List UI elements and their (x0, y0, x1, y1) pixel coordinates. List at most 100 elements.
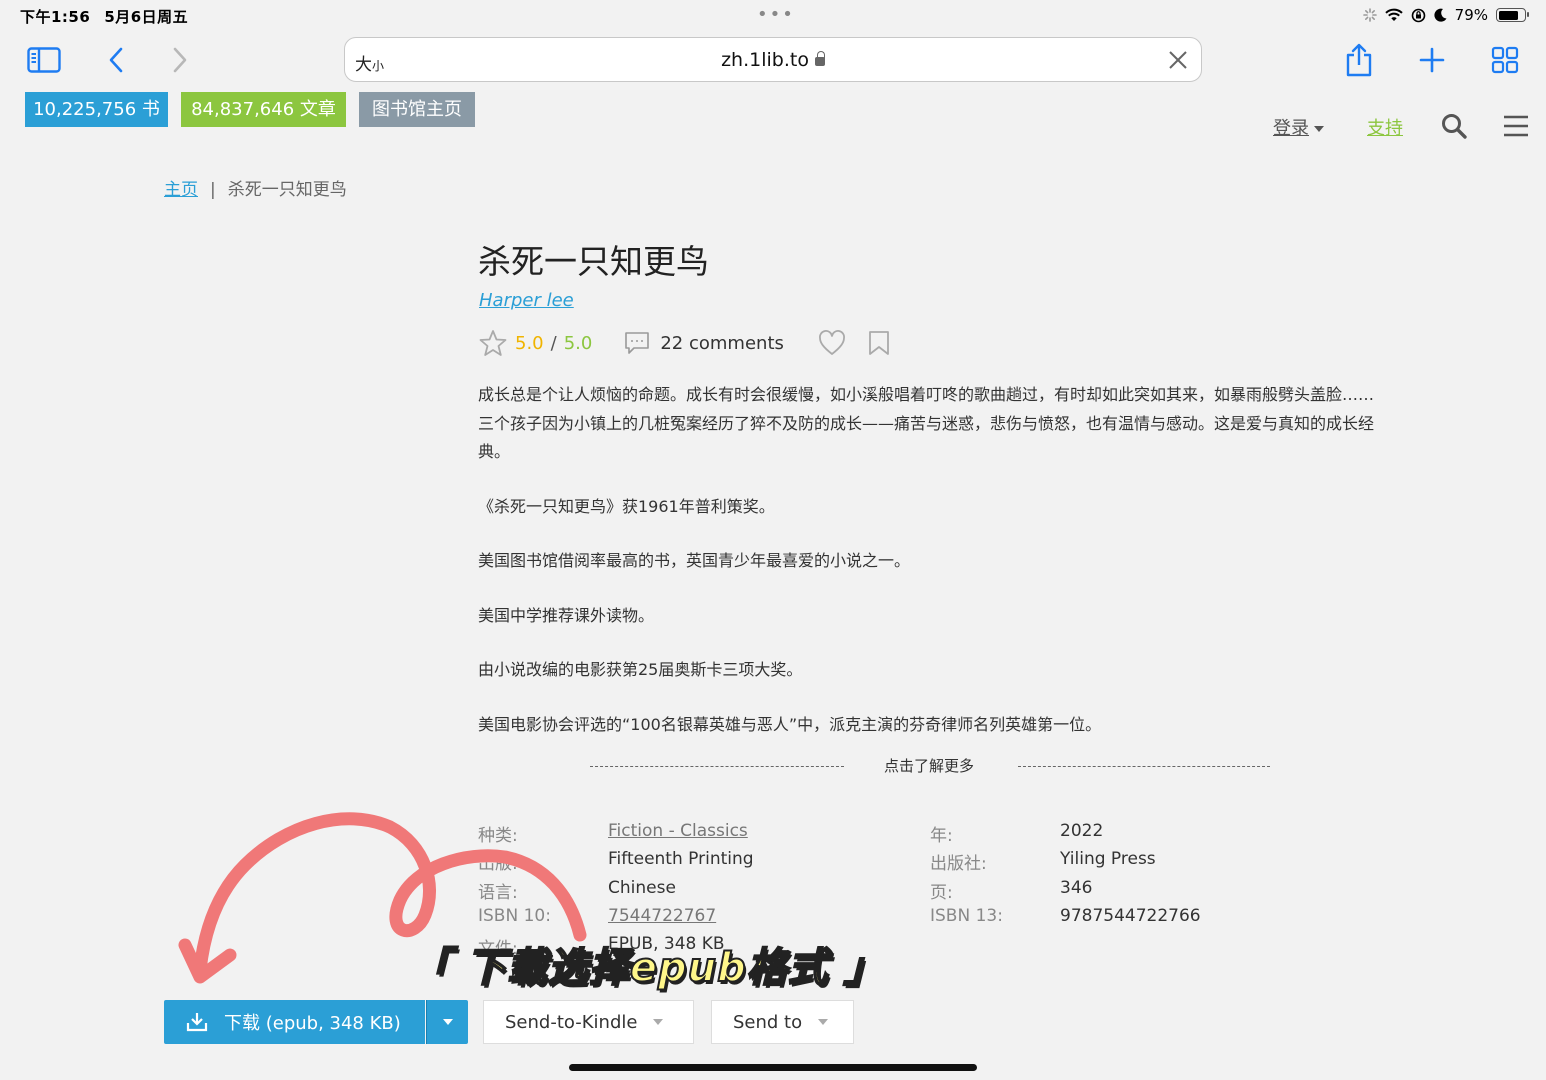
status-date: 5月6日周五 (104, 8, 189, 26)
battery-icon (1496, 8, 1529, 22)
read-more-link[interactable]: 点击了解更多 (884, 755, 974, 776)
wifi-icon (1384, 8, 1403, 21)
description-paragraph: 《杀死一只知更鸟》获1961年普利策奖。 (478, 496, 775, 516)
description-paragraph: 美国中学推荐课外读物。 (478, 605, 655, 625)
send-to-button[interactable]: Send to (711, 1000, 854, 1044)
property-value: 2022 (1060, 821, 1104, 841)
property-label: 种类: (478, 826, 518, 846)
property-isbn13: ISBN 13: 9787544722766 (930, 906, 1260, 934)
breadcrumb-separator: | (210, 180, 216, 200)
isbn10-link[interactable]: 7544722767 (608, 906, 716, 926)
property-label: ISBN 13: (930, 906, 1003, 926)
search-icon[interactable] (1440, 112, 1468, 140)
chevron-right-icon (173, 47, 187, 73)
property-value: 9787544722766 (1060, 906, 1201, 926)
caret-down-icon (442, 1019, 453, 1025)
library-home-badge[interactable]: 图书馆主页 (359, 92, 475, 127)
rating-max: 5.0 (563, 332, 593, 354)
send-to-kindle-label: Send-to-Kindle (505, 1011, 638, 1033)
divider (590, 766, 844, 767)
property-pages: 页: 346 (930, 878, 1260, 906)
forward-button[interactable] (160, 42, 200, 78)
rating-row: 5.0 / 5.0 22 comments (479, 328, 890, 358)
grid-icon (1491, 46, 1519, 74)
property-label: ISBN 10: (478, 906, 551, 926)
multitasking-dots[interactable]: ••• (757, 4, 795, 25)
property-language: 语言: Chinese (478, 878, 898, 906)
address-bar[interactable]: 大小 zh.1lib.to (344, 37, 1202, 82)
status-time-date: 下午1:56 5月6日周五 (20, 6, 202, 27)
description-paragraph: 美国电影协会评选的“100名银幕英雄与恶人”中，派克主演的芬奇律师名列英雄第一位… (478, 714, 1102, 734)
home-indicator[interactable] (569, 1064, 977, 1071)
login-dropdown[interactable]: 登录 (1273, 114, 1324, 140)
download-label: 下载 (epub, 348 KB) (224, 1013, 401, 1034)
property-year: 年: 2022 (930, 821, 1260, 849)
property-value: Fifteenth Printing (608, 849, 754, 869)
back-button[interactable] (96, 42, 136, 78)
url-display[interactable]: zh.1lib.to (345, 49, 1201, 71)
property-value: 346 (1060, 878, 1093, 898)
comment-icon[interactable] (624, 331, 650, 355)
download-icon (186, 1013, 208, 1032)
hamburger-menu-icon[interactable] (1503, 114, 1529, 138)
property-label: 出版社: (930, 854, 987, 874)
share-button[interactable] (1339, 42, 1379, 78)
send-to-kindle-button[interactable]: Send-to-Kindle (483, 1000, 694, 1044)
activity-icon (1362, 8, 1377, 22)
status-time: 下午1:56 (20, 8, 91, 26)
login-label: 登录 (1273, 118, 1309, 139)
clear-url-icon[interactable] (1167, 49, 1189, 71)
annotation-caption: 「 下载选择epub格式 」 (409, 944, 885, 992)
property-label: 出版: (478, 854, 518, 874)
property-label: 页: (930, 883, 953, 903)
orientation-lock-icon (1411, 8, 1425, 22)
status-bar: 下午1:56 5月6日周五 ••• 79% (0, 0, 1546, 30)
new-tab-button[interactable] (1412, 42, 1452, 78)
heart-icon[interactable] (818, 330, 846, 356)
books-count-badge[interactable]: 10,225,756 书 (25, 92, 168, 127)
articles-count-badge[interactable]: 84,837,646 文章 (181, 92, 346, 127)
caret-down-icon (653, 1019, 664, 1025)
download-format-dropdown[interactable] (426, 1000, 468, 1044)
property-publisher: 出版社: Yiling Press (930, 849, 1260, 877)
breadcrumb-current: 杀死一只知更鸟 (227, 180, 347, 200)
support-link[interactable]: 支持 (1367, 114, 1403, 140)
breadcrumb: 主页 | 杀死一只知更鸟 (164, 175, 347, 200)
share-icon (1346, 43, 1372, 77)
book-title: 杀死一只知更鸟 (478, 242, 709, 281)
property-edition: 出版: Fifteenth Printing (478, 849, 898, 877)
sidebar-toggle-button[interactable] (24, 42, 64, 78)
battery-percent: 79% (1454, 6, 1488, 24)
property-value: Chinese (608, 878, 676, 898)
plus-icon (1419, 47, 1445, 73)
moon-icon (1434, 8, 1447, 22)
browser-toolbar: 大小 zh.1lib.to (0, 30, 1546, 90)
lock-icon (814, 51, 825, 66)
divider (1018, 766, 1270, 767)
read-more-row: 点击了解更多 (590, 754, 1270, 778)
star-icon[interactable] (479, 329, 507, 357)
bookmark-icon[interactable] (868, 330, 890, 356)
send-to-label: Send to (733, 1011, 803, 1033)
author-link[interactable]: Harper lee (479, 290, 574, 311)
property-label: 年: (930, 826, 953, 846)
tabs-overview-button[interactable] (1485, 42, 1525, 78)
chevron-left-icon (109, 47, 123, 73)
status-icons: 79% (1362, 6, 1529, 24)
property-value: Yiling Press (1060, 849, 1156, 869)
caret-down-icon (818, 1019, 829, 1025)
breadcrumb-home-link[interactable]: 主页 (164, 180, 198, 200)
category-link[interactable]: Fiction - Classics (608, 821, 748, 841)
book-description: 成长总是个让人烦恼的命题。成长有时会很缓慢，如小溪般唱着叮咚的歌曲趟过，有时却如… (478, 381, 1378, 765)
description-paragraph: 由小说改编的电影获第25届奥斯卡三项大奖。 (478, 660, 803, 679)
property-category: 种类: Fiction - Classics (478, 821, 898, 849)
download-button[interactable]: 下载 (epub, 348 KB) (164, 1000, 425, 1044)
description-paragraph: 美国图书馆借阅率最高的书，英国青少年最喜爱的小说之一。 (478, 551, 911, 570)
caret-down-icon (1314, 126, 1324, 132)
comments-count[interactable]: 22 comments (660, 333, 784, 354)
description-paragraph: 成长总是个让人烦恼的命题。成长有时会很缓慢，如小溪般唱着叮咚的歌曲趟过，有时却如… (478, 385, 1375, 461)
property-isbn10: ISBN 10: 7544722767 (478, 906, 898, 934)
rating-value: 5.0 (515, 332, 544, 354)
sidebar-icon (27, 47, 61, 73)
rating-separator: / (550, 332, 557, 354)
